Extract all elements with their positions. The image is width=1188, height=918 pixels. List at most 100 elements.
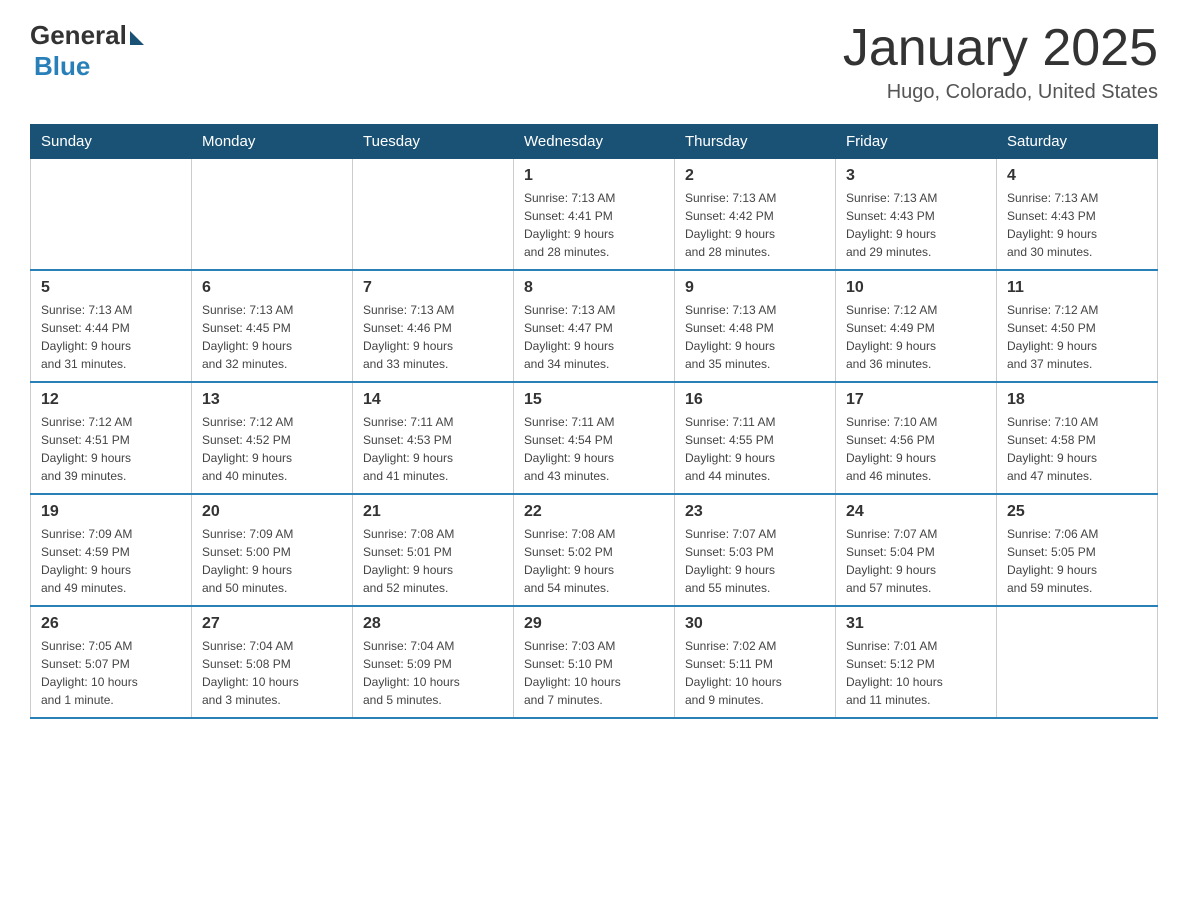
day-number: 24 <box>846 503 986 521</box>
day-number: 1 <box>524 167 664 185</box>
day-number: 10 <box>846 279 986 297</box>
calendar-cell: 7Sunrise: 7:13 AM Sunset: 4:46 PM Daylig… <box>353 270 514 382</box>
day-number: 12 <box>41 391 181 409</box>
day-info: Sunrise: 7:13 AM Sunset: 4:42 PM Dayligh… <box>685 189 825 261</box>
calendar-cell: 2 Sunrise: 7:13 AM Sunset: 4:42 PM Daylig… <box>675 159 836 271</box>
day-info: Sunrise: 7:09 AM Sunset: 5:00 PM Dayligh… <box>202 525 342 597</box>
day-info: Sunrise: 7:11 AM Sunset: 4:54 PM Dayligh… <box>524 413 664 485</box>
title-block: January 2025 Hugo, Colorado, United Stat… <box>843 20 1158 104</box>
day-number: 11 <box>1007 279 1147 297</box>
calendar-cell: 10 Sunrise: 7:12 AM Sunset: 4:49 PM Dayli… <box>836 270 997 382</box>
day-info: Sunrise: 7:13 AM Sunset: 4:41 PM Dayligh… <box>524 189 664 261</box>
day-number: 17 <box>846 391 986 409</box>
day-number: 26 <box>41 615 181 633</box>
day-info: Sunrise: 7:07 AM Sunset: 5:03 PM Dayligh… <box>685 525 825 597</box>
day-info: Sunrise: 7:04 AM Sunset: 5:08 PM Dayligh… <box>202 637 342 709</box>
calendar-cell: 21 Sunrise: 7:08 AM Sunset: 5:01 PM Dayli… <box>353 494 514 606</box>
day-number: 2 <box>685 167 825 185</box>
day-info: Sunrise: 7:03 AM Sunset: 5:10 PM Dayligh… <box>524 637 664 709</box>
calendar-row-1: 1 Sunrise: 7:13 AM Sunset: 4:41 PM Daylig… <box>31 159 1158 271</box>
day-info: Sunrise: 7:11 AM Sunset: 4:55 PM Dayligh… <box>685 413 825 485</box>
calendar-row-5: 26Sunrise: 7:05 AM Sunset: 5:07 PM Dayli… <box>31 606 1158 718</box>
day-number: 7 <box>363 279 503 297</box>
calendar-cell: 27 Sunrise: 7:04 AM Sunset: 5:08 PM Dayli… <box>192 606 353 718</box>
calendar-title: January 2025 <box>843 20 1158 77</box>
day-info: Sunrise: 7:02 AM Sunset: 5:11 PM Dayligh… <box>685 637 825 709</box>
calendar-cell: 23 Sunrise: 7:07 AM Sunset: 5:03 PM Dayli… <box>675 494 836 606</box>
calendar-cell: 18Sunrise: 7:10 AM Sunset: 4:58 PM Dayli… <box>997 382 1158 494</box>
logo-blue-text: Blue <box>34 51 90 82</box>
weekday-header-friday: Friday <box>836 125 997 159</box>
calendar-cell: 20 Sunrise: 7:09 AM Sunset: 5:00 PM Dayli… <box>192 494 353 606</box>
calendar-cell: 28Sunrise: 7:04 AM Sunset: 5:09 PM Dayli… <box>353 606 514 718</box>
calendar-cell <box>192 159 353 271</box>
calendar-cell: 19 Sunrise: 7:09 AM Sunset: 4:59 PM Dayli… <box>31 494 192 606</box>
day-info: Sunrise: 7:13 AM Sunset: 4:48 PM Dayligh… <box>685 301 825 373</box>
day-number: 28 <box>363 615 503 633</box>
day-number: 3 <box>846 167 986 185</box>
weekday-header-row: SundayMondayTuesdayWednesdayThursdayFrid… <box>31 125 1158 159</box>
day-number: 16 <box>685 391 825 409</box>
calendar-cell: 29Sunrise: 7:03 AM Sunset: 5:10 PM Dayli… <box>514 606 675 718</box>
calendar-cell: 30 Sunrise: 7:02 AM Sunset: 5:11 PM Dayli… <box>675 606 836 718</box>
calendar-cell: 15 Sunrise: 7:11 AM Sunset: 4:54 PM Dayli… <box>514 382 675 494</box>
day-number: 19 <box>41 503 181 521</box>
day-info: Sunrise: 7:06 AM Sunset: 5:05 PM Dayligh… <box>1007 525 1147 597</box>
calendar-location: Hugo, Colorado, United States <box>843 81 1158 104</box>
day-number: 13 <box>202 391 342 409</box>
calendar-cell: 4 Sunrise: 7:13 AM Sunset: 4:43 PM Daylig… <box>997 159 1158 271</box>
day-number: 20 <box>202 503 342 521</box>
day-number: 22 <box>524 503 664 521</box>
calendar-cell: 24 Sunrise: 7:07 AM Sunset: 5:04 PM Dayli… <box>836 494 997 606</box>
day-info: Sunrise: 7:12 AM Sunset: 4:49 PM Dayligh… <box>846 301 986 373</box>
calendar-cell: 26Sunrise: 7:05 AM Sunset: 5:07 PM Dayli… <box>31 606 192 718</box>
day-number: 27 <box>202 615 342 633</box>
day-number: 14 <box>363 391 503 409</box>
calendar-cell <box>31 159 192 271</box>
day-info: Sunrise: 7:13 AM Sunset: 4:45 PM Dayligh… <box>202 301 342 373</box>
day-info: Sunrise: 7:13 AM Sunset: 4:43 PM Dayligh… <box>1007 189 1147 261</box>
day-number: 9 <box>685 279 825 297</box>
calendar-cell: 31Sunrise: 7:01 AM Sunset: 5:12 PM Dayli… <box>836 606 997 718</box>
calendar-row-2: 5 Sunrise: 7:13 AM Sunset: 4:44 PM Daylig… <box>31 270 1158 382</box>
day-info: Sunrise: 7:12 AM Sunset: 4:51 PM Dayligh… <box>41 413 181 485</box>
logo-general-text: General <box>30 20 127 51</box>
day-info: Sunrise: 7:12 AM Sunset: 4:52 PM Dayligh… <box>202 413 342 485</box>
day-number: 4 <box>1007 167 1147 185</box>
day-info: Sunrise: 7:01 AM Sunset: 5:12 PM Dayligh… <box>846 637 986 709</box>
day-info: Sunrise: 7:13 AM Sunset: 4:44 PM Dayligh… <box>41 301 181 373</box>
logo: General Blue <box>30 20 144 82</box>
day-number: 30 <box>685 615 825 633</box>
day-info: Sunrise: 7:13 AM Sunset: 4:43 PM Dayligh… <box>846 189 986 261</box>
weekday-header-thursday: Thursday <box>675 125 836 159</box>
calendar-cell: 22Sunrise: 7:08 AM Sunset: 5:02 PM Dayli… <box>514 494 675 606</box>
day-number: 21 <box>363 503 503 521</box>
weekday-header-wednesday: Wednesday <box>514 125 675 159</box>
page-header: General Blue January 2025 Hugo, Colorado… <box>30 20 1158 104</box>
day-number: 5 <box>41 279 181 297</box>
day-info: Sunrise: 7:08 AM Sunset: 5:01 PM Dayligh… <box>363 525 503 597</box>
calendar-cell: 25 Sunrise: 7:06 AM Sunset: 5:05 PM Dayli… <box>997 494 1158 606</box>
day-number: 23 <box>685 503 825 521</box>
day-info: Sunrise: 7:12 AM Sunset: 4:50 PM Dayligh… <box>1007 301 1147 373</box>
calendar-cell: 5 Sunrise: 7:13 AM Sunset: 4:44 PM Daylig… <box>31 270 192 382</box>
day-number: 15 <box>524 391 664 409</box>
calendar-cell: 13 Sunrise: 7:12 AM Sunset: 4:52 PM Dayli… <box>192 382 353 494</box>
calendar-cell: 8Sunrise: 7:13 AM Sunset: 4:47 PM Daylig… <box>514 270 675 382</box>
calendar-cell <box>353 159 514 271</box>
weekday-header-monday: Monday <box>192 125 353 159</box>
logo-arrow-icon <box>130 31 144 45</box>
day-info: Sunrise: 7:07 AM Sunset: 5:04 PM Dayligh… <box>846 525 986 597</box>
calendar-cell: 11 Sunrise: 7:12 AM Sunset: 4:50 PM Dayli… <box>997 270 1158 382</box>
calendar-cell <box>997 606 1158 718</box>
weekday-header-sunday: Sunday <box>31 125 192 159</box>
day-info: Sunrise: 7:09 AM Sunset: 4:59 PM Dayligh… <box>41 525 181 597</box>
weekday-header-saturday: Saturday <box>997 125 1158 159</box>
day-info: Sunrise: 7:11 AM Sunset: 4:53 PM Dayligh… <box>363 413 503 485</box>
day-info: Sunrise: 7:10 AM Sunset: 4:56 PM Dayligh… <box>846 413 986 485</box>
day-number: 25 <box>1007 503 1147 521</box>
calendar-cell: 9 Sunrise: 7:13 AM Sunset: 4:48 PM Daylig… <box>675 270 836 382</box>
day-info: Sunrise: 7:13 AM Sunset: 4:47 PM Dayligh… <box>524 301 664 373</box>
day-number: 6 <box>202 279 342 297</box>
calendar-cell: 3 Sunrise: 7:13 AM Sunset: 4:43 PM Daylig… <box>836 159 997 271</box>
